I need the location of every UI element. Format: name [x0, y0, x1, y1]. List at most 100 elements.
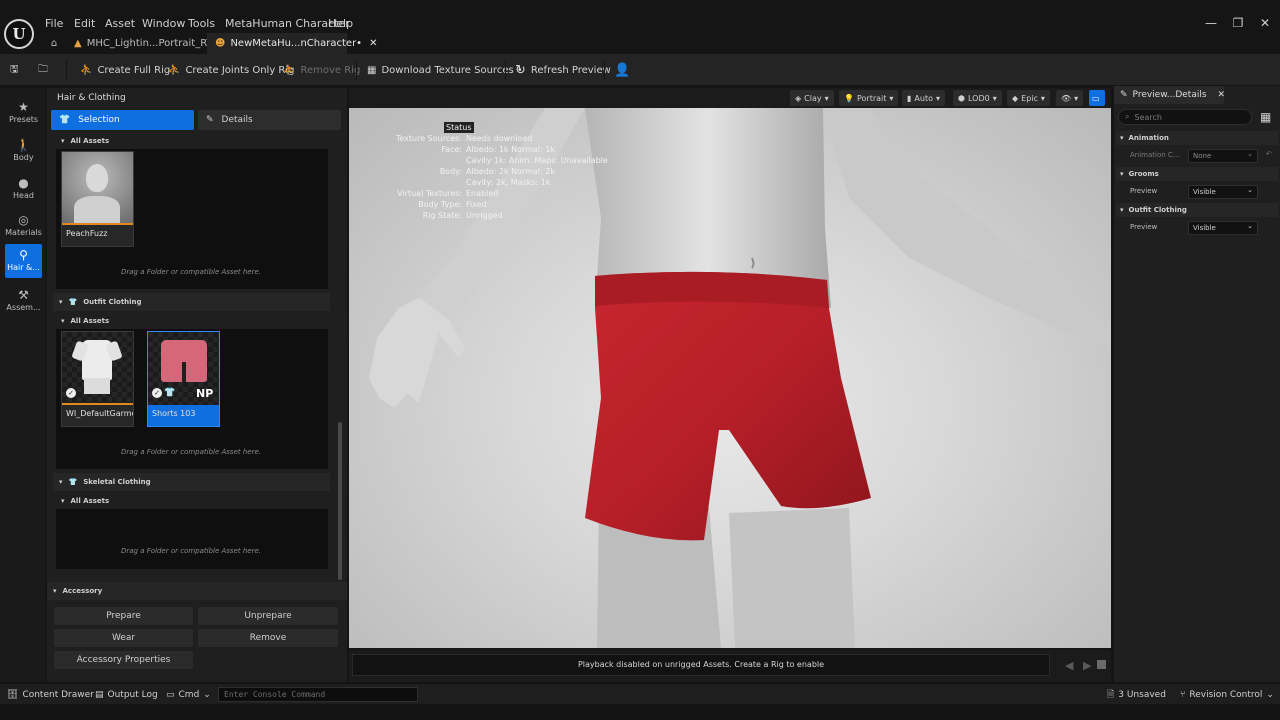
revision-control-button[interactable]: ⑂ Revision Control ⌄ — [1180, 684, 1274, 705]
browse-folder-icon: 🗀 — [38, 63, 48, 75]
remove-rig-button[interactable]: ⛹ Remove Rig — [283, 54, 360, 86]
accessory-properties-button[interactable]: Accessory Properties — [54, 651, 193, 669]
rig-icon: ⛹ — [80, 64, 93, 76]
console-command-input[interactable]: Enter Console Command — [218, 687, 418, 702]
panel-title: Hair & Clothing — [57, 93, 126, 103]
play-reverse-icon[interactable]: ◀ — [1065, 659, 1073, 672]
chevron-down-icon: ⌄ — [1266, 689, 1274, 700]
remove-button[interactable]: Remove — [198, 629, 338, 647]
outfit-type-icon: 👕 — [164, 388, 176, 398]
home-icon: ⌂ — [50, 38, 58, 49]
light-bulb-icon: 💡 — [844, 93, 854, 103]
checker-texture-icon: ▦ — [367, 64, 377, 76]
details-search-input[interactable]: ⌕ Search — [1118, 109, 1252, 125]
maximize-icon[interactable]: ❐ — [1225, 16, 1251, 32]
details-tab[interactable]: ✎ Details — [198, 110, 341, 130]
prepare-button[interactable]: Prepare — [54, 607, 193, 625]
menu-edit[interactable]: Edit — [74, 17, 95, 30]
outfit-all-assets-header[interactable]: ▾ All Assets — [55, 313, 329, 329]
stop-icon[interactable] — [1097, 660, 1106, 669]
animation-dropdown[interactable]: None — [1188, 148, 1258, 163]
title-bar: U File Edit Asset Window Tools MetaHuman… — [0, 0, 1280, 54]
outfit-clothing-header[interactable]: ▾ 👕 Outfit Clothing — [53, 293, 330, 311]
unsaved-files-icon: 🗎 — [1107, 689, 1115, 700]
menu-asset[interactable]: Asset — [105, 17, 135, 30]
menu-help[interactable]: Help — [328, 17, 353, 30]
cmd-dropdown[interactable]: ▭ Cmd ⌄ — [166, 684, 211, 705]
close-tab-icon[interactable]: ✕ — [369, 38, 377, 49]
user-button[interactable]: 👤 — [614, 54, 630, 86]
character-viewport[interactable]: Status Texture Sources: Needs download Fa… — [349, 108, 1111, 648]
chevron-down-icon: ▾ — [935, 93, 940, 103]
grooms-all-assets-header[interactable]: ▾ All Assets — [55, 133, 329, 149]
mode-head[interactable]: ● Head — [5, 172, 42, 206]
animation-section-header[interactable]: ▾ Animation — [1116, 131, 1278, 145]
star-icon: ★ — [18, 100, 29, 114]
mode-assembly[interactable]: ⚒ Assem... — [5, 284, 42, 318]
hammer-icon: ⚒ — [18, 288, 29, 302]
mode-materials[interactable]: ◎ Materials — [5, 209, 42, 243]
unprepare-button[interactable]: Unprepare — [198, 607, 338, 625]
collapse-arrow-icon: ▾ — [1120, 206, 1124, 214]
output-log-button[interactable]: ▤ Output Log — [95, 684, 158, 705]
stats-toggle[interactable]: ▭ — [1089, 90, 1105, 106]
create-joints-only-rig-button[interactable]: ⛹ Create Joints Only Rig — [168, 54, 295, 86]
grooms-preview-dropdown[interactable]: Visible — [1188, 184, 1258, 199]
chevron-down-icon: ▾ — [992, 93, 997, 103]
close-tab-icon[interactable]: ✕ — [1218, 90, 1226, 100]
outfit-preview-dropdown[interactable]: Visible — [1188, 220, 1258, 235]
table-view-icon[interactable]: ▦ — [1260, 110, 1271, 124]
camera-icon: ▮ — [907, 93, 912, 103]
asset-tile-default-garment[interactable]: ✓ WI_DefaultGarment — [61, 331, 134, 427]
accessory-header[interactable]: ▾ Accessory — [47, 582, 347, 600]
refresh-preview-button[interactable]: ↻ Refresh Preview — [515, 54, 611, 86]
reset-icon[interactable]: ↶ — [1266, 150, 1272, 158]
mode-body[interactable]: 🚶 Body — [5, 134, 42, 168]
play-forward-icon[interactable]: ▶ — [1083, 659, 1091, 672]
scrollbar[interactable] — [338, 422, 342, 580]
camera-dropdown[interactable]: ▮ Auto ▾ — [902, 90, 945, 106]
quality-dropdown[interactable]: ◆ Epic ▾ — [1007, 90, 1050, 106]
view-mode-dropdown[interactable]: ◈ Clay ▾ — [790, 90, 834, 106]
collapse-arrow-icon: ▾ — [61, 497, 65, 505]
menu-tools[interactable]: Tools — [188, 17, 215, 30]
home-tab[interactable]: ⌂ — [42, 33, 66, 54]
mode-hair-clothing[interactable]: ⚲ Hair &... — [5, 244, 42, 278]
asset-tile-shorts-103[interactable]: ✓ 👕 NP Shorts 103 — [147, 331, 220, 427]
tab-lighting-portrait[interactable]: ▲ MHC_Lightin...Portrait_RT — [66, 33, 213, 54]
mode-presets[interactable]: ★ Presets — [5, 96, 42, 130]
minimize-icon[interactable]: — — [1198, 16, 1224, 32]
lod-dropdown[interactable]: ⬢ LOD0 ▾ — [953, 90, 1002, 106]
pencil-icon: ✎ — [1120, 90, 1128, 100]
tab-metahuman-character[interactable]: ☻ NewMetaHu...nCharacter• ✕ — [207, 33, 377, 54]
outfit-section-header[interactable]: ▾ Outfit Clothing — [1116, 203, 1278, 217]
browse-button[interactable]: 🗀 — [38, 54, 48, 86]
status-row: Face: Albedo: 1k Normal: 1k — [441, 145, 556, 154]
visibility-dropdown[interactable]: 👁 ▾ — [1056, 90, 1084, 106]
menu-file[interactable]: File — [45, 17, 63, 30]
chevron-down-icon: ⌄ — [203, 689, 211, 700]
save-button[interactable]: 🖫 — [10, 54, 19, 86]
skeletal-all-assets-header[interactable]: ▾ All Assets — [55, 493, 329, 509]
unsaved-button[interactable]: 🗎 3 Unsaved — [1107, 684, 1166, 705]
cube-icon: ⬢ — [958, 93, 965, 103]
monitor-icon: ▭ — [1092, 93, 1100, 103]
shorts-split-shape — [182, 362, 186, 382]
menu-window[interactable]: Window — [142, 17, 185, 30]
download-texture-sources-button[interactable]: ▦ Download Texture Sources • — [367, 54, 523, 86]
unreal-logo-icon[interactable]: U — [4, 19, 34, 49]
content-drawer-button[interactable]: 🗄 Content Drawer — [7, 684, 94, 705]
preview-details-tab[interactable]: ✎ Preview...Details ✕ — [1114, 86, 1226, 104]
collapse-arrow-icon: ▾ — [53, 587, 57, 595]
wear-button[interactable]: Wear — [54, 629, 193, 647]
asset-tile-peachfuzz[interactable]: PeachFuzz — [61, 151, 134, 247]
selection-tab[interactable]: 👕 Selection — [51, 110, 194, 130]
level-icon: ▲ — [74, 38, 82, 49]
grooms-preview-row: Preview Visible — [1116, 183, 1278, 201]
close-window-icon[interactable]: ✕ — [1252, 16, 1278, 32]
skeletal-clothing-header[interactable]: ▾ 👕 Skeletal Clothing — [53, 473, 330, 491]
collapse-arrow-icon: ▾ — [61, 137, 65, 145]
lighting-dropdown[interactable]: 💡 Portrait ▾ — [839, 90, 899, 106]
create-full-rig-button[interactable]: ⛹ Create Full Rig — [80, 54, 170, 86]
grooms-section-header[interactable]: ▾ Grooms — [1116, 167, 1278, 181]
